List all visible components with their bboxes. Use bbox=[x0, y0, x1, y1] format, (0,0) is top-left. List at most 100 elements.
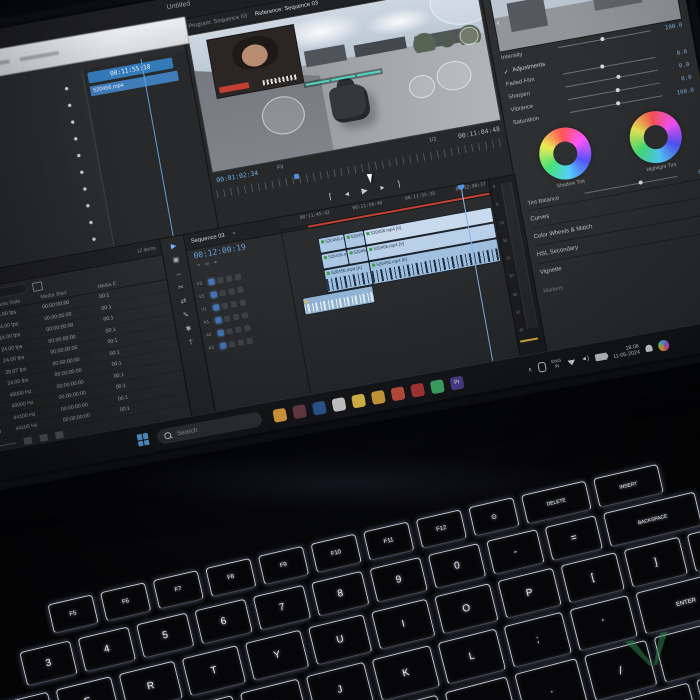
new-bin-icon[interactable] bbox=[31, 280, 44, 292]
keyboard-key[interactable]: R bbox=[118, 660, 184, 700]
slider-value[interactable]: 0.0 bbox=[661, 49, 687, 60]
linked-selection-icon[interactable]: ∞ bbox=[205, 261, 210, 269]
taskbar-app-icon[interactable] bbox=[370, 389, 386, 405]
ripple-edit-tool[interactable]: ↔ bbox=[175, 270, 183, 279]
razor-tool[interactable]: ✂ bbox=[178, 284, 185, 293]
slider-knob[interactable] bbox=[615, 87, 620, 93]
keyboard-key[interactable]: F8 bbox=[205, 557, 257, 598]
keyboard-key[interactable]: K bbox=[371, 645, 441, 700]
snap-icon[interactable]: ≈ bbox=[197, 263, 201, 270]
track-solo-toggle[interactable] bbox=[236, 285, 244, 293]
track-lock-toggle[interactable] bbox=[223, 314, 231, 322]
microphone-icon[interactable] bbox=[537, 361, 547, 373]
track-mute-toggle[interactable] bbox=[237, 338, 245, 346]
hand-tool[interactable]: ✱ bbox=[185, 325, 192, 334]
video-clip[interactable]: 520456 bbox=[344, 230, 366, 249]
taskbar-app-icon[interactable] bbox=[331, 396, 347, 412]
section-label[interactable]: Vignette bbox=[540, 266, 563, 276]
track-mute-toggle[interactable] bbox=[232, 313, 240, 321]
volume-icon[interactable]: ◄) bbox=[581, 356, 590, 363]
type-tool[interactable]: T bbox=[188, 339, 194, 348]
program-playhead-marker[interactable] bbox=[293, 173, 300, 180]
slip-tool[interactable]: ⇄ bbox=[180, 298, 187, 307]
selection-tool[interactable]: ▶ bbox=[170, 243, 177, 252]
pen-tool[interactable]: ✎ bbox=[183, 311, 190, 320]
transport-button[interactable]: ▶ bbox=[361, 186, 369, 197]
keyboard-key[interactable]: L bbox=[437, 628, 507, 685]
keyboard-key[interactable]: 4 bbox=[77, 626, 137, 673]
source-patch-toggle[interactable] bbox=[219, 341, 227, 349]
media-name[interactable]: bgm_02.wav bbox=[0, 427, 16, 440]
track-lock-toggle[interactable] bbox=[226, 327, 234, 335]
slider-value[interactable]: 0.0 bbox=[666, 74, 692, 85]
track-mute-toggle[interactable] bbox=[227, 287, 235, 295]
keyboard-key[interactable]: F7 bbox=[152, 569, 205, 610]
source-patch-toggle[interactable] bbox=[214, 316, 222, 324]
keyboard-key[interactable]: U bbox=[307, 614, 373, 666]
keyboard-key[interactable]: T bbox=[181, 645, 247, 697]
keyboard-key[interactable]: ] bbox=[623, 536, 689, 589]
keyboard-key[interactable]: F11 bbox=[362, 521, 415, 561]
source-patch-toggle[interactable] bbox=[212, 303, 220, 311]
track-lock-toggle[interactable] bbox=[219, 289, 227, 297]
track-lock-toggle[interactable] bbox=[228, 340, 236, 348]
keyboard-key[interactable]: F6 bbox=[99, 582, 152, 622]
transport-button[interactable]: ⌉ bbox=[396, 180, 401, 190]
keyboard-key[interactable]: 3 bbox=[19, 640, 78, 687]
intensity-value[interactable]: 100.0 bbox=[656, 22, 682, 33]
taskbar-app-icon[interactable] bbox=[311, 400, 327, 416]
program-timecode[interactable]: 00:01:02:34 bbox=[216, 169, 259, 184]
keyboard-key[interactable]: 6 bbox=[194, 598, 253, 645]
slider-knob[interactable] bbox=[637, 180, 643, 185]
keyboard-key[interactable]: 0 bbox=[427, 542, 487, 590]
playback-resolution-select[interactable]: 1/2 bbox=[429, 136, 438, 143]
transport-button[interactable]: ⌈ bbox=[328, 192, 333, 202]
keyboard-key[interactable]: Y bbox=[244, 629, 310, 682]
track-solo-toggle[interactable] bbox=[246, 337, 254, 344]
keyboard-key[interactable]: F9 bbox=[257, 545, 310, 586]
source-patch-toggle[interactable] bbox=[217, 329, 225, 337]
marker-icon[interactable]: ⌖ bbox=[214, 260, 218, 267]
keyboard-key[interactable]: O bbox=[434, 583, 499, 635]
tint-balance-value[interactable]: 0.0 bbox=[683, 168, 700, 179]
keyboard-key[interactable]: W bbox=[0, 691, 57, 700]
taskbar-app-icon[interactable] bbox=[291, 403, 308, 419]
language-indicator[interactable]: ENG IN bbox=[551, 358, 563, 370]
zoom-level-select[interactable]: Fit bbox=[277, 164, 284, 171]
keyboard-key[interactable]: - bbox=[486, 529, 545, 576]
keyboard-key[interactable]: F12 bbox=[415, 509, 468, 549]
track-mute-toggle[interactable] bbox=[225, 274, 233, 282]
track-select-tool[interactable]: ▣ bbox=[172, 256, 180, 265]
slider-knob[interactable] bbox=[600, 36, 605, 42]
section-label[interactable]: HSL Secondary bbox=[536, 244, 578, 257]
keyboard-key[interactable]: ; bbox=[503, 611, 573, 669]
taskbar-app-icon[interactable] bbox=[390, 385, 406, 401]
taskbar-app-icon[interactable] bbox=[272, 407, 288, 423]
check-icon[interactable]: ✓ bbox=[503, 68, 509, 76]
keyboard-key[interactable]: E bbox=[55, 676, 121, 700]
timeline-timecode[interactable]: 00:12:00:19 bbox=[193, 242, 247, 260]
start-button[interactable] bbox=[136, 432, 151, 447]
video-clip[interactable]: 520456 bbox=[347, 246, 369, 264]
keyboard-key[interactable]: ⊙ bbox=[468, 497, 520, 537]
keyboard-key[interactable]: = bbox=[544, 515, 604, 562]
taskbar-app-icon[interactable] bbox=[351, 392, 367, 409]
scrollbar-accent[interactable] bbox=[519, 337, 539, 343]
keyboard-key[interactable]: [ bbox=[560, 552, 626, 604]
keyboard-key[interactable]: J bbox=[305, 661, 375, 700]
taskbar-app-icon[interactable]: Pr bbox=[449, 375, 465, 391]
taskbar-app-icon[interactable] bbox=[429, 378, 445, 394]
slider-knob[interactable] bbox=[615, 74, 621, 80]
keyboard-key[interactable]: F10 bbox=[310, 533, 362, 574]
taskbar-app-icon[interactable] bbox=[410, 382, 426, 398]
battery-icon[interactable] bbox=[594, 351, 608, 361]
slider-value[interactable]: 0.0 bbox=[663, 61, 689, 72]
slider-value[interactable]: 100.0 bbox=[668, 87, 694, 98]
keyboard-key[interactable]: / bbox=[583, 639, 658, 700]
hidden-icons-chevron[interactable]: ∧ bbox=[527, 366, 532, 373]
track-solo-toggle[interactable] bbox=[239, 298, 247, 306]
track-solo-toggle[interactable] bbox=[234, 273, 242, 281]
keyboard-key[interactable]: 5 bbox=[135, 612, 195, 659]
effect-controls-playhead[interactable] bbox=[140, 58, 175, 237]
keyboard-key[interactable]: 9 bbox=[369, 556, 429, 603]
